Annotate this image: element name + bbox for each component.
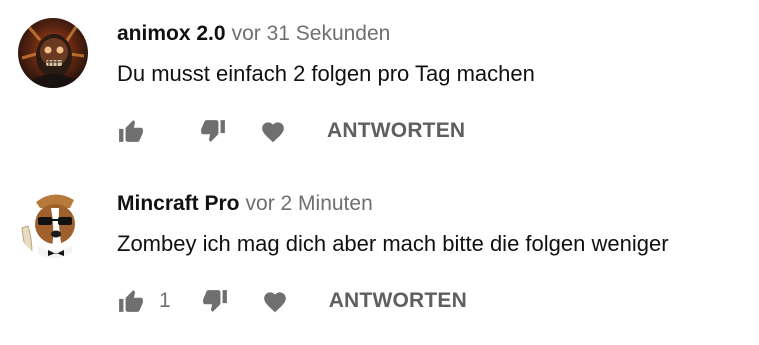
comment-body: Mincraft Pro vor 2 Minuten Zombey ich mag…	[117, 190, 737, 258]
reply-button[interactable]: ANTWORTEN	[329, 289, 467, 313]
heart-button[interactable]	[261, 287, 289, 315]
avatar[interactable]	[18, 18, 88, 88]
heart-icon	[263, 292, 286, 313]
comment-body: animox 2.0 vor 31 Sekunden Du musst einfa…	[117, 20, 737, 88]
comment-header: animox 2.0 vor 31 Sekunden	[117, 20, 737, 48]
heart-button[interactable]	[259, 117, 287, 145]
like-button[interactable]	[117, 287, 145, 315]
comment-actions: ANTWORTEN	[117, 116, 465, 146]
heart-icon	[262, 122, 284, 143]
author-name[interactable]: Mincraft Pro	[117, 192, 240, 215]
avatar[interactable]	[18, 188, 88, 258]
comment-actions: 1 ANTWORTEN	[117, 286, 467, 316]
like-button[interactable]	[117, 117, 145, 145]
comment: Mincraft Pro vor 2 Minuten Zombey ich mag…	[0, 170, 759, 320]
comment-list: animox 2.0 vor 31 Sekunden Du musst einfa…	[0, 0, 759, 345]
thumb-up-icon	[119, 120, 143, 142]
dislike-button[interactable]	[199, 117, 227, 145]
comment: animox 2.0 vor 31 Sekunden Du musst einfa…	[0, 0, 759, 150]
like-count: 1	[159, 289, 171, 312]
reply-button[interactable]: ANTWORTEN	[327, 119, 465, 143]
comment-text: Du musst einfach 2 folgen pro Tag machen	[117, 61, 535, 86]
thumb-down-icon	[202, 290, 227, 312]
author-name[interactable]: animox 2.0	[117, 22, 226, 45]
thumb-down-icon	[201, 120, 225, 142]
comment-text: Zombey ich mag dich aber mach bitte die …	[117, 231, 669, 256]
comment-timestamp[interactable]: vor 31 Sekunden	[232, 22, 391, 45]
dislike-button[interactable]	[201, 287, 229, 315]
comment-timestamp[interactable]: vor 2 Minuten	[246, 192, 373, 215]
comment-header: Mincraft Pro vor 2 Minuten	[117, 190, 737, 218]
thumb-up-icon	[119, 290, 143, 312]
